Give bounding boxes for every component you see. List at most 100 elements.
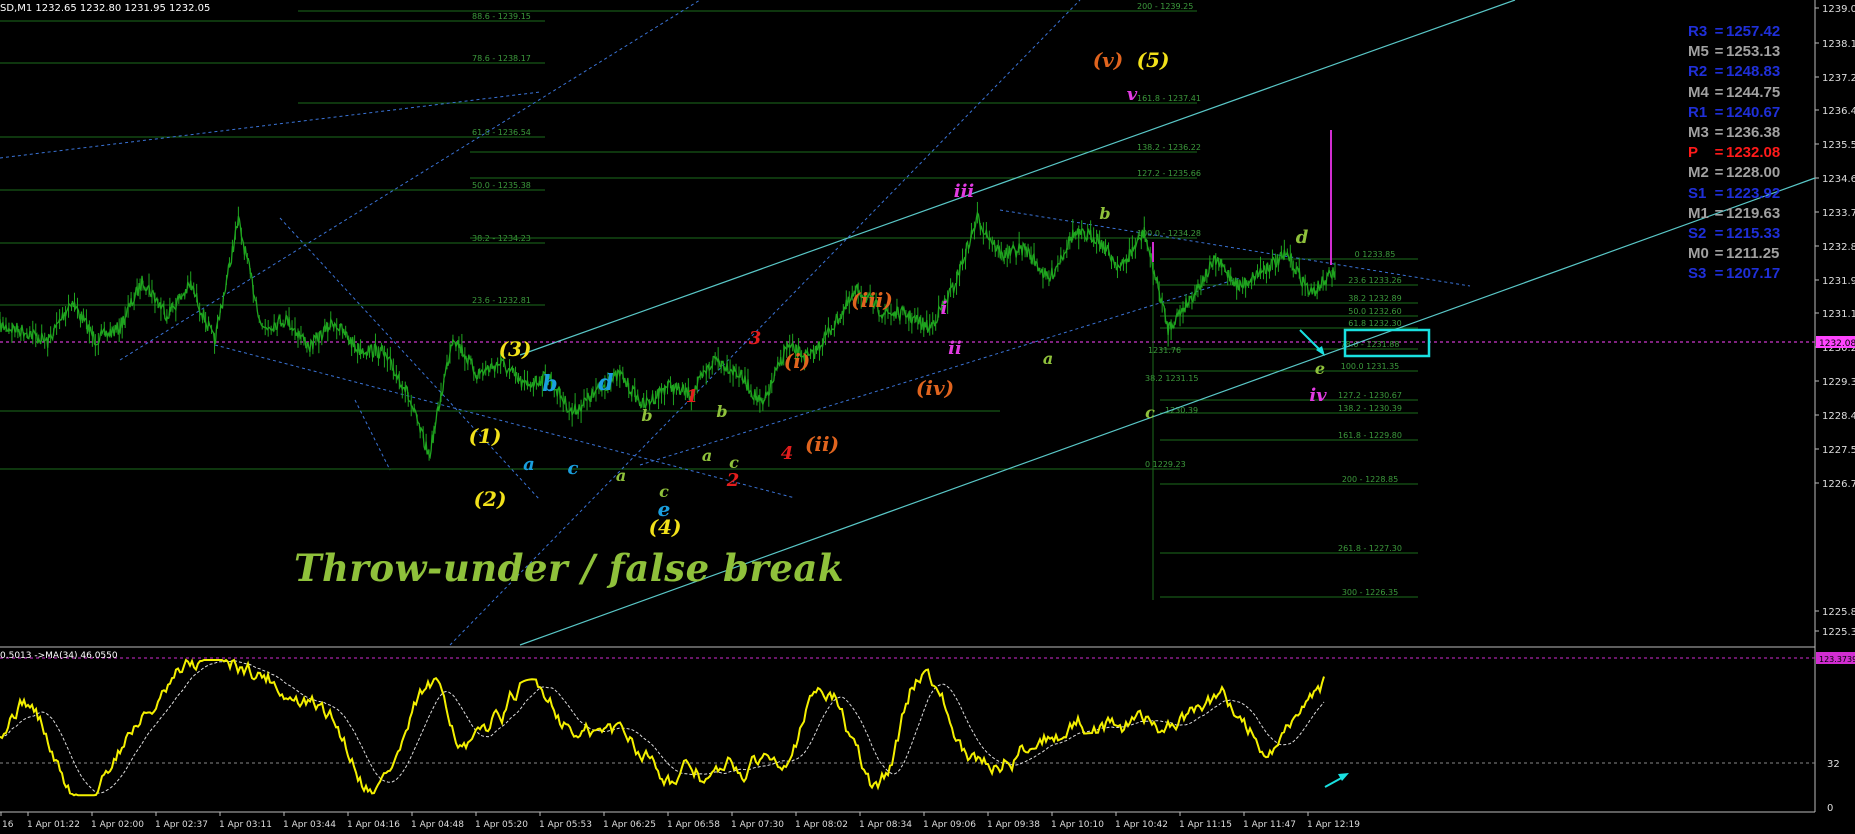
- x-tick-label: 1 Apr 07:30: [731, 820, 784, 830]
- y-tick-label: 1231.10: [1822, 309, 1855, 320]
- fib-label-right: 200 - 1228.85: [1342, 475, 1398, 484]
- pivot-label: M3: [1688, 124, 1709, 142]
- fib-label-left: 61.8 - 1236.54: [472, 128, 531, 137]
- fib-label-right: 138.2 - 1230.39: [1338, 404, 1402, 413]
- wave-label: c: [659, 482, 669, 501]
- pivot-row-r1: R1 = 1240.67: [1688, 103, 1780, 123]
- pivot-equals: =: [1714, 204, 1724, 222]
- x-tick-label: 1 Apr 09:38: [987, 820, 1040, 830]
- x-tick-label: 1 Apr 11:15: [1179, 820, 1232, 830]
- y-tick-label: 1232.85: [1822, 242, 1855, 253]
- wave-label: d: [598, 370, 613, 396]
- x-tick-label: 1 Apr 01:22: [27, 820, 80, 830]
- pivot-row-s2: S2 = 1215.33: [1688, 224, 1780, 244]
- pivot-equals: =: [1714, 63, 1724, 81]
- x-tick-label: 1 Apr 05:20: [475, 820, 528, 830]
- pivot-row-s3: S3 = 1207.17: [1688, 264, 1780, 284]
- fib-label-right: 78.6 - 1231.88: [1341, 340, 1400, 349]
- background: [0, 0, 1855, 834]
- x-tick-label: 1 Apr 02:37: [155, 820, 208, 830]
- fib-label-right: 127.2 - 1230.67: [1338, 391, 1402, 400]
- pivot-row-m5: M5 = 1253.13: [1688, 42, 1780, 62]
- x-tick-label: 1 Apr 04:48: [411, 820, 464, 830]
- fib-label-right: 161.8 - 1229.80: [1338, 431, 1402, 440]
- pivot-value: 1232.08: [1726, 144, 1781, 162]
- pivot-value: 1236.38: [1726, 124, 1781, 142]
- y-tick-label: 1238.10: [1822, 39, 1855, 50]
- pivot-row-m0: M0 = 1211.25: [1688, 244, 1780, 264]
- fib-label-right: 23.6 1233.26: [1348, 276, 1401, 285]
- pivot-equals: =: [1714, 265, 1724, 283]
- x-tick-label: 1 Apr 05:53: [539, 820, 592, 830]
- wave-label: ii: [948, 338, 962, 359]
- pivot-equals: =: [1714, 164, 1724, 182]
- y-tick-label: 1225.35: [1822, 627, 1855, 638]
- price-chart[interactable]: 1239.00 1238.10 1237.25 1236.40 1235.50 1234.…: [0, 0, 1855, 834]
- wave-label: (3): [499, 337, 532, 361]
- x-tick-label: 1 Apr 11:47: [1243, 820, 1296, 830]
- y-tick-label: 1225.80: [1822, 607, 1855, 618]
- pivot-label: R1: [1688, 103, 1708, 121]
- y-tick-label: 1226.70: [1822, 479, 1855, 490]
- fib-label-misc: 0 1229.23: [1145, 460, 1186, 469]
- x-tick-label: 1 Apr 03:44: [283, 820, 336, 830]
- x-tick-label: 1 Apr 08:34: [859, 820, 912, 830]
- fib-label-right: 261.8 - 1227.30: [1338, 544, 1402, 553]
- x-tick-label: 1 Apr 12:19: [1307, 820, 1360, 830]
- pivot-label: M1: [1688, 204, 1709, 222]
- fib-label-mid: 161.8 - 1237.41: [1137, 94, 1201, 103]
- wave-label: a: [702, 446, 712, 465]
- current-price-label: 1232.08: [1819, 339, 1855, 349]
- wave-label: 2: [726, 470, 740, 491]
- throw-under-annotation: Throw-under / false break: [294, 546, 845, 590]
- pivot-value: 1244.75: [1726, 83, 1781, 101]
- pivot-value: 1219.63: [1726, 204, 1781, 222]
- wave-label: b: [542, 371, 557, 397]
- y-tick-label: 1231.95: [1822, 276, 1855, 287]
- pivot-value: 1207.17: [1726, 265, 1781, 283]
- wave-label: (5): [1137, 48, 1170, 72]
- pivot-equals: =: [1714, 23, 1724, 40]
- wave-label: a: [523, 454, 535, 475]
- pivot-equals: =: [1714, 144, 1724, 162]
- pivot-label: M2: [1688, 164, 1709, 182]
- pivot-equals: =: [1714, 225, 1724, 243]
- wave-label: b: [1099, 204, 1110, 223]
- pivot-label: R2: [1688, 63, 1708, 81]
- pivot-row-m3: M3 = 1236.38: [1688, 123, 1780, 143]
- pivot-equals: =: [1714, 184, 1724, 202]
- wave-label: (iii): [851, 288, 893, 312]
- fib-label-mid: 100.0 - 1234.28: [1137, 229, 1201, 238]
- wave-label: (2): [474, 487, 507, 511]
- fib-label-mid: 200 - 1239.25: [1137, 2, 1193, 11]
- x-tick-label: 16: [2, 820, 14, 830]
- pivot-label: M4: [1688, 83, 1709, 101]
- x-tick-label: 1 Apr 03:11: [219, 820, 272, 830]
- pivot-label: S3: [1688, 265, 1707, 283]
- wave-label: iii: [954, 181, 975, 202]
- y-tick-label: 1229.30: [1822, 377, 1855, 388]
- wave-label: iv: [1309, 385, 1327, 406]
- wave-label: a: [616, 466, 626, 485]
- x-tick-label: 1 Apr 06:25: [603, 820, 656, 830]
- pivot-row-m2: M2 = 1228.00: [1688, 163, 1780, 183]
- wave-label: v: [1127, 84, 1138, 105]
- pivot-label: M0: [1688, 245, 1709, 263]
- pivot-value: 1240.67: [1726, 103, 1781, 121]
- pivot-equals: =: [1714, 124, 1724, 142]
- pivot-value: 1257.42: [1726, 23, 1781, 40]
- pivot-value: 1228.00: [1726, 164, 1781, 182]
- wave-label: c: [1145, 403, 1155, 422]
- pivot-equals: =: [1714, 245, 1724, 263]
- wave-label: (ii): [805, 432, 839, 456]
- y-tick-label: 1233.70: [1822, 208, 1855, 219]
- pivot-row-r3: R3 = 1257.42: [1688, 22, 1780, 42]
- fib-label-right: 38.2 1232.89: [1348, 294, 1401, 303]
- pivot-equals: =: [1714, 43, 1724, 61]
- pivot-label: S2: [1688, 225, 1707, 243]
- fib-label-mid: 138.2 - 1236.22: [1137, 143, 1201, 152]
- x-tick-label: 1 Apr 10:42: [1115, 820, 1168, 830]
- pivot-row-m1: M1 = 1219.63: [1688, 204, 1780, 224]
- fib-label-right: 100.0 1231.35: [1341, 362, 1400, 371]
- fib-label-right: 300 - 1226.35: [1342, 588, 1398, 597]
